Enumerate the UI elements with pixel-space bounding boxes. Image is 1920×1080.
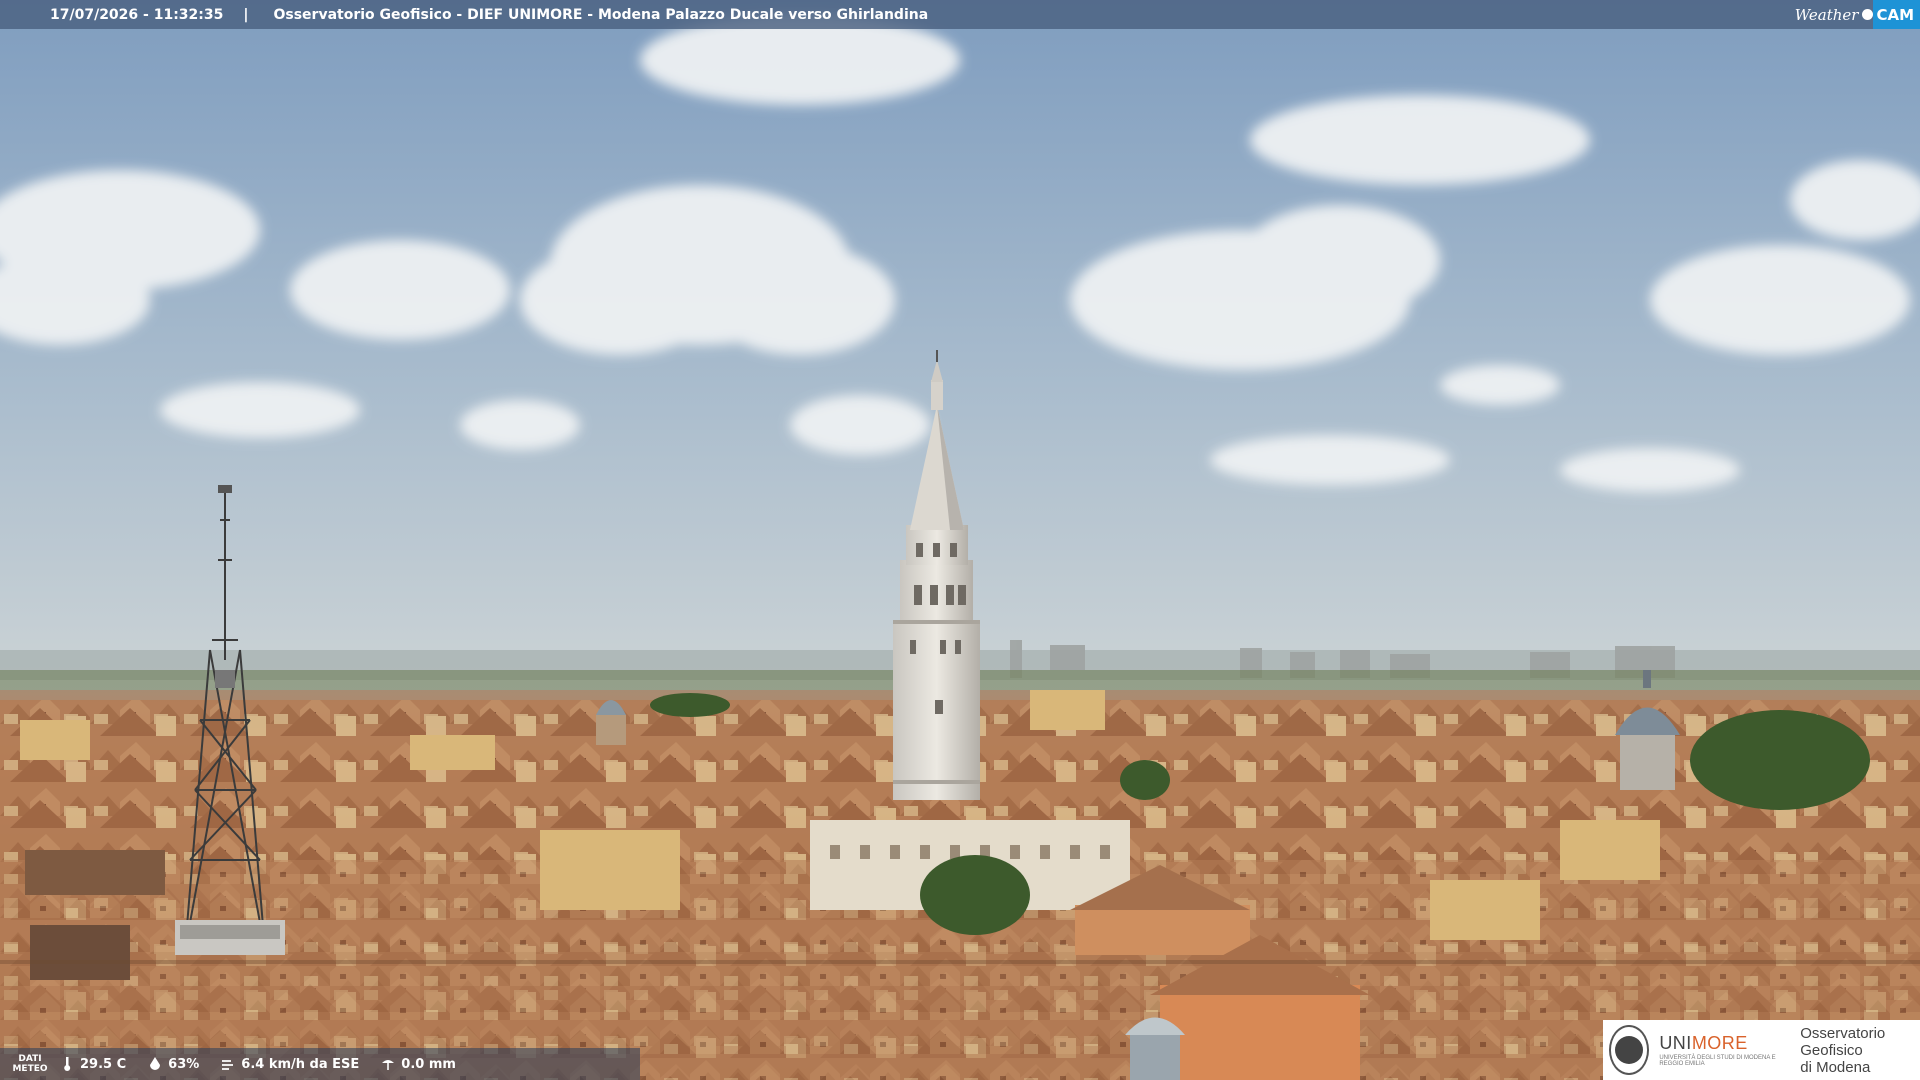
unimore-logo: UNIMORE UNIVERSITÀ DEGLI STUDI DI MODENA… (1659, 1033, 1788, 1067)
observatory-name: Osservatorio Geofisico di Modena (1800, 1025, 1920, 1076)
rain-value: 0.0 mm (401, 1056, 456, 1072)
meteo-label: DATI METEO (12, 1054, 48, 1074)
webcam-view: 17/07/2026 - 11:32:35 | Osservatorio Geo… (0, 0, 1920, 1080)
wind-reading: 6.4 km/h da ESE (221, 1057, 359, 1072)
timestamp: 17/07/2026 - 11:32:35 (50, 6, 224, 23)
observatory-line2: di Modena (1800, 1058, 1871, 1076)
weathercam-logo: Weather CAM (1795, 0, 1920, 29)
rain-gauge-icon (381, 1057, 395, 1071)
unimore-subtitle: UNIVERSITÀ DEGLI STUDI DI MODENA E REGGI… (1659, 1055, 1776, 1067)
caption-separator: | (243, 6, 249, 23)
humidity-reading: 63% (148, 1057, 199, 1072)
unimore-part2: MORE (1691, 1033, 1748, 1053)
rain-reading: 0.0 mm (381, 1057, 456, 1072)
observatory-logo-panel: UNIMORE UNIVERSITÀ DEGLI STUDI DI MODENA… (1603, 1020, 1920, 1080)
university-seal-icon (1609, 1025, 1650, 1075)
wind-value: 6.4 km/h da ESE (241, 1056, 360, 1072)
temperature-reading: 29.5 C (60, 1057, 126, 1072)
city-panorama (0, 0, 1920, 1080)
unimore-part1: UNI (1659, 1033, 1692, 1053)
camera-caption: Osservatorio Geofisico - DIEF UNIMORE - … (273, 6, 929, 23)
thermometer-icon (60, 1057, 74, 1071)
caption-bar: 17/07/2026 - 11:32:35 | Osservatorio Geo… (0, 0, 1920, 29)
humidity-drop-icon (148, 1057, 162, 1071)
wind-icon (221, 1057, 235, 1071)
humidity-value: 63% (168, 1056, 200, 1072)
weather-wordmark: Weather (1794, 5, 1859, 24)
observatory-line1: Osservatorio Geofisico (1800, 1024, 1886, 1059)
weather-data-strip: DATI METEO 29.5 C 63% 6.4 km/h da ESE 0.… (0, 1048, 640, 1080)
camera-dot-icon (1862, 9, 1874, 20)
cam-wordmark: CAM (1873, 0, 1920, 29)
temperature-value: 29.5 C (80, 1056, 127, 1072)
